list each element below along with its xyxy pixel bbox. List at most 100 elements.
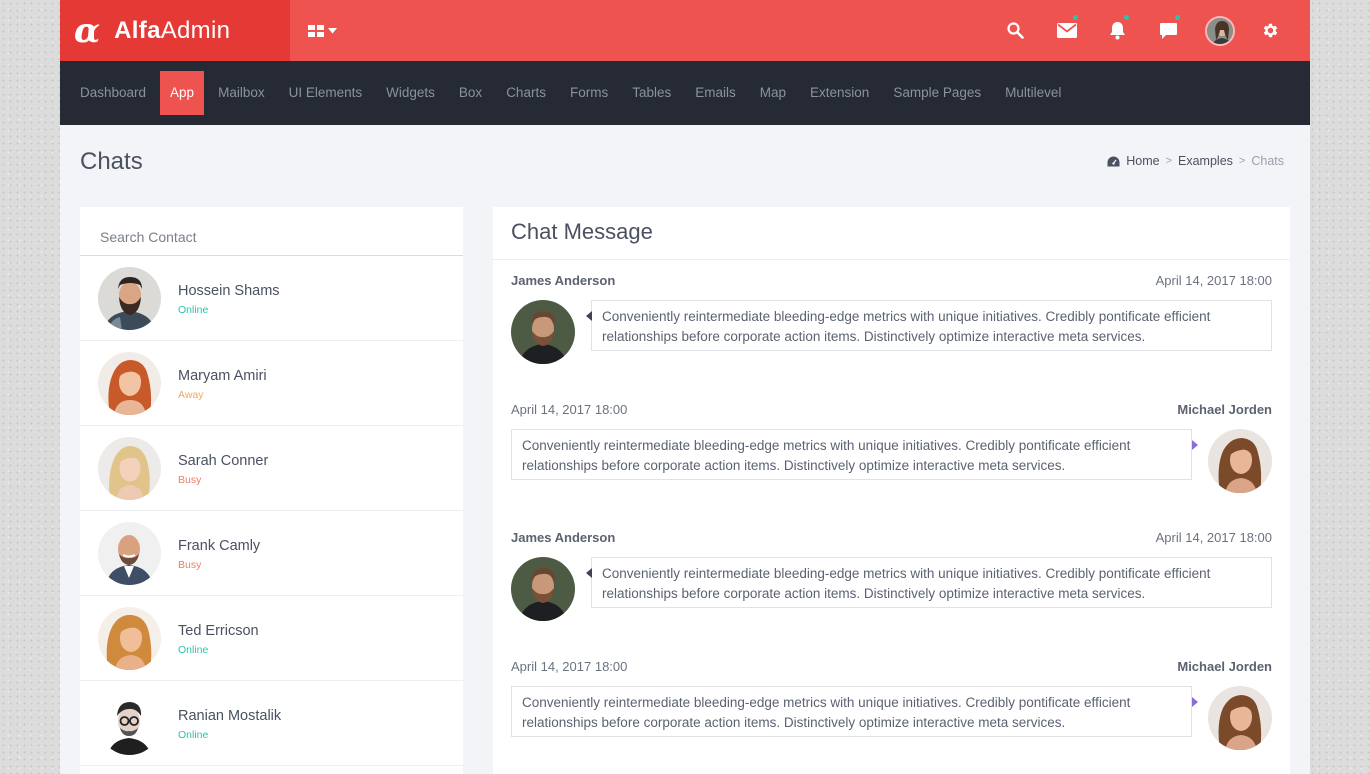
message-bubble: Conveniently reintermediate bleeding-edg… [511, 686, 1198, 737]
message-text: Conveniently reintermediate bleeding-edg… [522, 438, 1131, 473]
chat-message: James Anderson April 14, 2017 18:00 Conv… [511, 273, 1272, 364]
message-time: April 14, 2017 18:00 [1155, 273, 1272, 288]
contact-status: Busy [178, 558, 202, 571]
brand-logo[interactable]: α Alfa Admin [60, 0, 290, 61]
chat-message: James Anderson April 14, 2017 18:00 Conv… [511, 530, 1272, 621]
contact-name: Sarah Conner [178, 452, 269, 469]
settings-button[interactable] [1245, 0, 1296, 61]
message-time: April 14, 2017 18:00 [511, 402, 628, 417]
message-author: Michael Jorden [1177, 402, 1272, 417]
apps-grid-button[interactable] [308, 24, 337, 37]
chat-message: April 14, 2017 18:00 Michael Jorden Conv… [511, 402, 1272, 493]
nav-item-map[interactable]: Map [748, 71, 798, 115]
message-avatar [511, 300, 575, 364]
contacts-panel: Hossein Shams Online Maryam Amiri Away S… [80, 207, 463, 774]
chat-title: Chat Message [511, 219, 653, 244]
user-avatar [1204, 15, 1235, 46]
contact-name: Frank Camly [178, 537, 261, 554]
mail-notification-dot [1072, 14, 1079, 21]
breadcrumb: Home > Examples > Chats [1107, 154, 1284, 168]
nav-item-tables[interactable]: Tables [620, 71, 683, 115]
nav-item-dashboard[interactable]: Dashboard [68, 71, 158, 115]
contact-item[interactable]: Ted Erricson Online [80, 596, 463, 681]
contact-avatar [98, 691, 161, 755]
contact-status: Online [178, 728, 209, 741]
breadcrumb-separator: > [1165, 155, 1173, 167]
brand-name-regular: Admin [160, 16, 231, 44]
contact-status: Busy [178, 473, 202, 486]
bubble-pointer [1192, 440, 1198, 450]
user-menu-button[interactable] [1194, 0, 1245, 61]
nav-item-multilevel[interactable]: Multilevel [993, 71, 1073, 115]
message-bubble: Conveniently reintermediate bleeding-edg… [586, 557, 1272, 608]
nav-item-widgets[interactable]: Widgets [374, 71, 447, 115]
caret-down-icon [328, 27, 337, 33]
message-time: April 14, 2017 18:00 [1155, 530, 1272, 545]
messages-button[interactable] [1143, 0, 1194, 61]
contact-search-input[interactable] [100, 229, 443, 245]
contact-search [80, 207, 463, 256]
contact-avatar [98, 606, 161, 670]
search-icon [1007, 22, 1024, 39]
nav-item-sample-pages[interactable]: Sample Pages [881, 71, 993, 115]
message-author: Michael Jorden [1177, 659, 1272, 674]
gear-icon [1263, 23, 1278, 38]
contact-item[interactable]: Hossein Shams Online [80, 256, 463, 341]
message-avatar [511, 557, 575, 621]
contact-avatar [98, 521, 161, 585]
contact-name: Ted Erricson [178, 622, 259, 639]
message-text: Conveniently reintermediate bleeding-edg… [522, 695, 1131, 730]
chat-icon [1160, 22, 1177, 39]
contact-avatar [98, 436, 161, 500]
notifications-button[interactable] [1092, 0, 1143, 61]
nav-item-ui-elements[interactable]: UI Elements [277, 71, 375, 115]
mail-button[interactable] [1041, 0, 1092, 61]
contact-item[interactable]: Maryam Amiri Away [80, 341, 463, 426]
breadcrumb-current: Chats [1251, 154, 1284, 168]
bubble-pointer [1192, 697, 1198, 707]
message-bubble: Conveniently reintermediate bleeding-edg… [586, 300, 1272, 351]
chat-notification-dot [1174, 14, 1181, 21]
chat-header: Chat Message [493, 207, 1290, 260]
contact-name: Maryam Amiri [178, 367, 267, 384]
contact-status: Online [178, 303, 209, 316]
top-bar: α Alfa Admin [60, 0, 1310, 61]
bell-icon [1110, 22, 1125, 40]
message-author: James Anderson [511, 530, 616, 545]
contact-name: Ranian Mostalik [178, 707, 282, 724]
page-header: Chats Home > Examples > Chats [60, 125, 1310, 207]
page-title: Chats [80, 148, 143, 175]
message-author: James Anderson [511, 273, 616, 288]
message-time: April 14, 2017 18:00 [511, 659, 628, 674]
contact-item[interactable]: Frank Camly Busy [80, 511, 463, 596]
nav-item-box[interactable]: Box [447, 71, 494, 115]
chat-message: April 14, 2017 18:00 Michael Jorden Conv… [511, 659, 1272, 750]
message-bubble: Conveniently reintermediate bleeding-edg… [511, 429, 1198, 480]
main-nav: Dashboard App Mailbox UI Elements Widget… [60, 61, 1310, 125]
nav-item-extension[interactable]: Extension [798, 71, 881, 115]
app-shell: α Alfa Admin Dashboard App Mailbox UI El… [60, 0, 1310, 774]
search-button[interactable] [990, 0, 1041, 61]
chat-panel: Chat Message James Anderson April 14, 20… [493, 207, 1290, 774]
breadcrumb-examples[interactable]: Examples [1178, 154, 1233, 168]
nav-item-app[interactable]: App [160, 71, 205, 115]
contact-avatar [98, 351, 161, 415]
mail-icon [1056, 23, 1077, 38]
contact-item[interactable]: Sarah Conner Busy [80, 426, 463, 511]
bubble-pointer [586, 568, 592, 578]
message-text: Conveniently reintermediate bleeding-edg… [602, 566, 1211, 601]
message-avatar [1208, 686, 1272, 750]
grid-icon [308, 24, 324, 37]
contact-item[interactable]: Ranian Mostalik Online [80, 681, 463, 766]
nav-item-charts[interactable]: Charts [494, 71, 558, 115]
breadcrumb-separator: > [1238, 155, 1246, 167]
contact-status: Online [178, 643, 209, 656]
nav-item-mailbox[interactable]: Mailbox [206, 71, 277, 115]
breadcrumb-home[interactable]: Home [1126, 154, 1159, 168]
message-text: Conveniently reintermediate bleeding-edg… [602, 309, 1211, 344]
nav-item-forms[interactable]: Forms [558, 71, 620, 115]
contact-name: Hossein Shams [178, 282, 280, 299]
message-avatar [1208, 429, 1272, 493]
nav-item-emails[interactable]: Emails [683, 71, 748, 115]
bell-notification-dot [1123, 14, 1130, 21]
